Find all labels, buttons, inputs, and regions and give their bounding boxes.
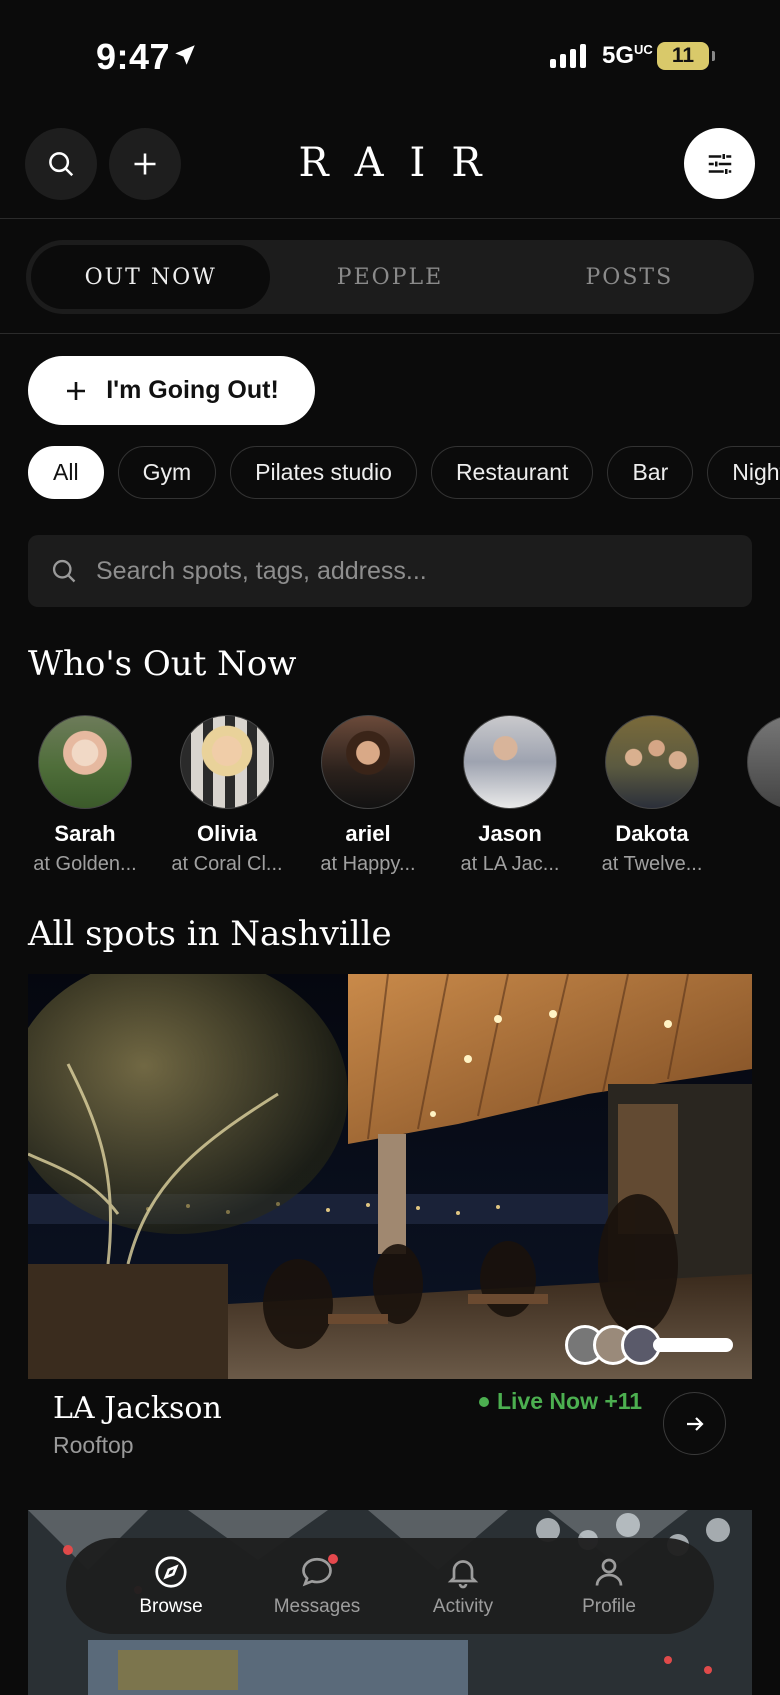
chip-restaurant[interactable]: Restaurant — [430, 446, 594, 499]
person-name: Dakota — [615, 821, 689, 846]
spot-type: Rooftop — [53, 1432, 134, 1458]
spot-search-input[interactable] — [96, 556, 696, 586]
search-icon — [52, 559, 76, 583]
header-divider — [0, 218, 780, 219]
person-card[interactable]: Olivia at Coral Cl... — [157, 712, 297, 876]
person-card[interactable]: Sarah at Golden... — [15, 712, 155, 876]
nav-browse[interactable]: Browse — [106, 1554, 236, 1618]
person-name: Jason — [478, 821, 542, 846]
live-now-label: Live Now +11 — [497, 1388, 643, 1414]
person-location: at Golden... — [33, 853, 137, 875]
view-tabs: OUT NOW PEOPLE POSTS — [26, 240, 754, 314]
sliders-icon — [708, 153, 731, 174]
avatar — [180, 715, 274, 809]
person-location: at — [724, 821, 780, 844]
person-card[interactable]: Dakota at Twelve... — [582, 712, 722, 876]
chip-all[interactable]: All — [28, 446, 104, 499]
tabs-divider — [0, 333, 780, 334]
going-out-label: I'm Going Out! — [106, 376, 279, 404]
spot-search-bar — [28, 535, 752, 607]
network-type: 5GUC — [602, 42, 653, 69]
avatar — [605, 715, 699, 809]
attendee-progress — [653, 1338, 733, 1352]
person-name: Sarah — [54, 821, 116, 846]
chip-bar[interactable]: Bar — [607, 446, 694, 499]
person-location: at Twelve... — [601, 853, 703, 875]
bottom-nav: Browse Messages Activity Profile — [66, 1538, 714, 1634]
tab-posts[interactable]: POSTS — [510, 245, 749, 309]
signal-bars-icon — [550, 44, 586, 68]
nav-activity[interactable]: Activity — [398, 1554, 528, 1618]
plus-icon — [67, 381, 86, 400]
avatar — [747, 715, 780, 809]
person-icon — [595, 1558, 623, 1586]
tab-people[interactable]: PEOPLE — [270, 245, 509, 309]
nav-profile[interactable]: Profile — [544, 1554, 674, 1618]
tab-out-now[interactable]: OUT NOW — [31, 245, 271, 309]
status-bar: 9:47 5GUC 11 — [0, 0, 780, 115]
chip-gym[interactable]: Gym — [117, 446, 217, 499]
person-card[interactable]: ariel at Happy... — [298, 712, 438, 876]
nav-label: Activity — [432, 1596, 494, 1617]
unread-badge — [328, 1554, 338, 1564]
live-now-indicator: Live Now +11 — [479, 1388, 642, 1415]
bell-icon — [447, 1560, 479, 1589]
person-location: at LA Jac... — [460, 853, 560, 875]
avatar — [38, 715, 132, 809]
status-time: 9:47 — [96, 36, 171, 77]
spot-name: LA Jackson — [53, 1391, 222, 1426]
spots-title: All spots in Nashville — [28, 914, 392, 954]
battery-indicator: 11 — [657, 42, 715, 70]
nav-label: Browse — [139, 1596, 203, 1617]
avatar — [321, 715, 415, 809]
app-logo: RAIR — [298, 140, 508, 186]
going-out-button[interactable]: I'm Going Out! — [28, 356, 315, 425]
whos-out-title: Who's Out Now — [28, 644, 297, 684]
chip-pilates-studio[interactable]: Pilates studio — [230, 446, 417, 499]
attendee-avatars[interactable] — [565, 1325, 733, 1365]
person-card[interactable]: Jason at LA Jac... — [440, 712, 580, 876]
open-spot-button[interactable] — [663, 1392, 726, 1455]
person-card[interactable]: at — [724, 712, 780, 844]
arrow-right-icon — [686, 1416, 704, 1431]
live-dot — [479, 1396, 489, 1407]
nav-label: Profile — [582, 1596, 636, 1617]
nav-label: Messages — [273, 1596, 361, 1617]
compass-icon — [155, 1556, 187, 1588]
rooftop-photo — [28, 974, 752, 1379]
person-location: at Happy... — [320, 853, 416, 875]
location-arrow-icon — [175, 45, 195, 65]
person-name: Olivia — [197, 821, 257, 846]
nav-messages[interactable]: Messages — [252, 1554, 382, 1618]
filter-button[interactable] — [684, 128, 755, 199]
person-name: ariel — [345, 821, 391, 846]
person-location: at Coral Cl... — [171, 853, 283, 875]
category-chips: All Gym Pilates studio Restaurant Bar Ni… — [28, 446, 780, 501]
whos-out-list: Sarah at Golden... Olivia at Coral Cl...… — [0, 712, 780, 882]
chip-nightclub[interactable]: Nightclub — [707, 446, 780, 499]
avatar — [463, 715, 557, 809]
spot-photo[interactable] — [28, 974, 752, 1379]
